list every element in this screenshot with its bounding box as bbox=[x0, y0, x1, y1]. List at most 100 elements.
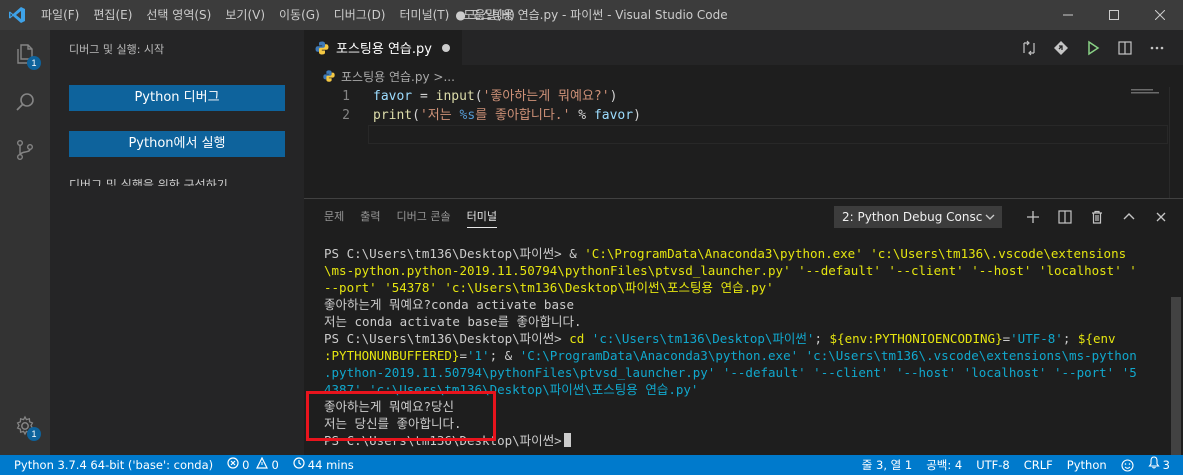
window-controls bbox=[1045, 0, 1183, 30]
code-token: favor bbox=[373, 89, 413, 104]
scrollbar-thumb[interactable] bbox=[1171, 297, 1181, 455]
terminal-select-value: 2: Python Debug Consc bbox=[842, 210, 983, 224]
terminal-segment: --port' '54378' 'c:\Users\tm136\Desktop\… bbox=[324, 280, 774, 295]
terminal-segment: .python-2019.11.50794\pythonFiles\ptvsd_… bbox=[324, 365, 1137, 380]
terminal-segment: 'c:\Users\tm136\Desktop\파이썬' bbox=[591, 331, 815, 346]
explorer-badge: 1 bbox=[27, 56, 41, 70]
compare-changes-icon[interactable] bbox=[1013, 30, 1045, 65]
code-token: '저는 bbox=[419, 108, 460, 123]
feedback-smiley-icon[interactable] bbox=[1114, 455, 1141, 475]
line-endings[interactable]: CRLF bbox=[1017, 455, 1060, 475]
split-terminal-icon[interactable] bbox=[1049, 199, 1081, 235]
code-editor[interactable]: 1 favor = input('좋아하는게 뭐예요?') 2 print('저는 %… bbox=[304, 87, 1183, 198]
panel-tab[interactable]: 출력 bbox=[352, 199, 388, 235]
code-token: input bbox=[435, 89, 475, 104]
menu-item[interactable]: 보기(V) bbox=[218, 0, 272, 30]
terminal-segment: '1' bbox=[467, 348, 490, 363]
new-terminal-icon[interactable] bbox=[1017, 199, 1049, 235]
terminal-segment: = bbox=[459, 348, 467, 363]
terminal-line: 좋아하는게 뭐예요?conda activate base bbox=[324, 296, 1084, 313]
editor-tab[interactable]: 포스팅용 연습.py bbox=[304, 30, 462, 65]
menu-item[interactable]: 편집(E) bbox=[86, 0, 139, 30]
code-line: 2 print('저는 %s를 좋아합니다.' % favor) bbox=[304, 106, 1183, 125]
encoding[interactable]: UTF-8 bbox=[969, 455, 1017, 475]
explorer-icon[interactable]: 1 bbox=[0, 30, 50, 78]
terminal-line: \ms-python.python-2019.11.50794\pythonFi… bbox=[324, 262, 1137, 279]
terminal-segment: ${env bbox=[1077, 331, 1116, 346]
status-bar: Python 3.7.4 64-bit ('base': conda) 0 0 … bbox=[0, 455, 1183, 475]
go-to-icon[interactable] bbox=[1045, 30, 1077, 65]
menu-item[interactable]: 디버그(D) bbox=[327, 0, 393, 30]
panel-tab[interactable]: 디버그 콘솔 bbox=[389, 199, 459, 235]
menu-item[interactable]: 파일(F) bbox=[34, 0, 86, 30]
menu-item[interactable]: 선택 영역(S) bbox=[139, 0, 218, 30]
title-bar: 파일(F) 편집(E) 선택 영역(S) 보기(V) 이동(G) 디버그(D) 터미널(T)… bbox=[0, 0, 1183, 30]
terminal-segment: \ms-python.python-2019.11.50794\pythonFi… bbox=[324, 263, 1137, 278]
code-token: ) bbox=[633, 108, 641, 123]
maximize-panel-icon[interactable] bbox=[1113, 199, 1145, 235]
status-right: 줄 3, 열 1 공백: 4 UTF-8 CRLF Python 3 bbox=[855, 455, 1177, 475]
settings-gear-icon[interactable]: 1 bbox=[0, 402, 50, 450]
minimize-icon[interactable] bbox=[1045, 0, 1091, 30]
debug-sidebar: 디버그 및 실행: 시작 Python 디버그 Python에서 실행 디버그 … bbox=[50, 30, 304, 455]
menu-item[interactable]: 도움말(H) bbox=[456, 0, 522, 30]
cursor-position[interactable]: 줄 3, 열 1 bbox=[855, 455, 919, 475]
menu-item[interactable]: 터미널(T) bbox=[393, 0, 457, 30]
code-token: 를 좋아합니다.' bbox=[475, 108, 571, 123]
minimap[interactable] bbox=[1129, 87, 1169, 187]
panel-tab[interactable]: 문제 bbox=[316, 199, 352, 235]
terminal-segment: :PYTHONUNBUFFERED} bbox=[324, 348, 460, 363]
code-token: = bbox=[412, 89, 436, 104]
notifications[interactable]: 3 bbox=[1141, 455, 1177, 475]
line-number: 1 bbox=[342, 89, 350, 104]
terminal-segment: 'C:\ProgramData\Anaconda3\python.exe' 'c… bbox=[584, 246, 1127, 261]
panel-tab[interactable]: 터미널 bbox=[459, 199, 505, 235]
terminal-segment: ${env:PYTHONIOENCODING} bbox=[829, 331, 1003, 346]
notification-count: 3 bbox=[1162, 458, 1170, 472]
code-token: '좋아하는게 뭐예요?' bbox=[482, 89, 610, 104]
source-control-icon[interactable] bbox=[0, 126, 50, 174]
breadcrumb-file[interactable]: 포스팅용 연습.py >... bbox=[341, 68, 455, 85]
python-interpreter[interactable]: Python 3.7.4 64-bit ('base': conda) bbox=[0, 455, 220, 475]
menu-item[interactable]: 이동(G) bbox=[272, 0, 327, 30]
python-debug-button[interactable]: Python 디버그 bbox=[69, 85, 285, 111]
code-text: print('저는 %s를 좋아합니다.' % favor) bbox=[373, 106, 641, 125]
terminal-segment: 'C:\ProgramData\Anaconda3\python.exe' 'c… bbox=[519, 348, 1137, 363]
code-token: ) bbox=[609, 89, 618, 104]
close-panel-icon[interactable] bbox=[1145, 199, 1177, 235]
editor-scrollbar[interactable] bbox=[1169, 87, 1183, 198]
language-mode[interactable]: Python bbox=[1060, 455, 1114, 475]
settings-badge: 1 bbox=[27, 427, 41, 441]
terminal-segment: PS C:\Users\tm136\Desktop\파이썬> & bbox=[324, 246, 585, 261]
menu-bar: 파일(F) 편집(E) 선택 영역(S) 보기(V) 이동(G) 디버그(D) 터미널(T)… bbox=[34, 0, 522, 30]
terminal-segment: = bbox=[1002, 331, 1011, 346]
terminal-scrollbar[interactable] bbox=[1169, 235, 1183, 456]
annotation-highlight-box bbox=[306, 391, 496, 441]
more-actions-icon[interactable] bbox=[1141, 30, 1173, 65]
maximize-icon[interactable] bbox=[1091, 0, 1137, 30]
trash-icon[interactable] bbox=[1081, 199, 1113, 235]
close-icon[interactable] bbox=[1137, 0, 1183, 30]
clock-icon bbox=[293, 455, 305, 475]
python-file-icon bbox=[314, 40, 330, 56]
problems-indicator[interactable]: 0 0 bbox=[220, 455, 286, 475]
code-token: %s bbox=[459, 108, 476, 123]
code-text: favor = input('좋아하는게 뭐예요?') bbox=[373, 87, 617, 106]
search-icon[interactable] bbox=[0, 78, 50, 126]
panel-actions bbox=[1017, 199, 1177, 235]
run-in-python-button[interactable]: Python에서 실행 bbox=[69, 131, 285, 157]
terminal-segment: ; bbox=[1062, 331, 1078, 346]
terminal-line: --port' '54378' 'c:\Users\tm136\Desktop\… bbox=[324, 279, 1084, 296]
terminal-segment: 좋아하는게 뭐예요?conda activate base bbox=[324, 297, 575, 312]
run-python-file-icon[interactable] bbox=[1077, 30, 1109, 65]
error-count: 0 bbox=[242, 458, 250, 472]
time-tracker[interactable]: 44 mins bbox=[286, 455, 361, 475]
indentation[interactable]: 공백: 4 bbox=[919, 455, 969, 475]
split-editor-icon[interactable] bbox=[1109, 30, 1141, 65]
code-token: favor bbox=[593, 108, 634, 123]
terminal-select[interactable]: 2: Python Debug Consc bbox=[834, 206, 1002, 228]
unsaved-dot-icon[interactable] bbox=[441, 43, 450, 52]
terminal-segment: ; & bbox=[489, 348, 520, 363]
code-token: ( bbox=[474, 89, 483, 104]
